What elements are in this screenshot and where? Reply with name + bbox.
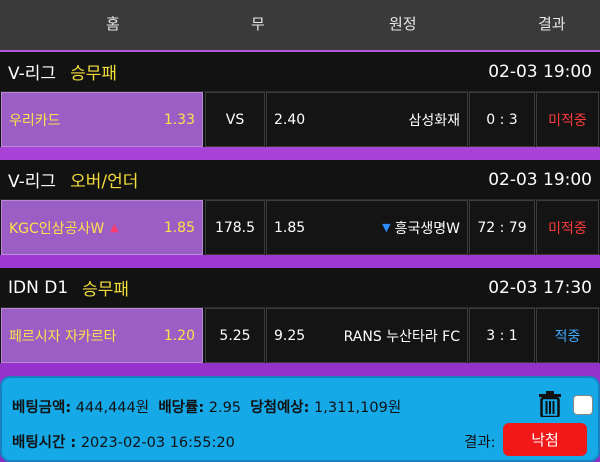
market-type: 승무패: [70, 64, 117, 84]
home-team: KGC인삼공사W: [9, 220, 105, 237]
score-cell: 3 : 1: [469, 308, 535, 363]
bet-time: 2023-02-03 16:55:20: [80, 435, 235, 451]
bet-summary: 베팅금액: 444,444원 배당률: 2.95 당첨예상: 1,311,109…: [0, 376, 600, 462]
home-team: 우리카드: [9, 112, 61, 129]
away-odds: 2.40: [274, 111, 306, 128]
match-row: 우리카드 1.33 VS 2.40 삼성화재 0 : 3 미적중: [0, 92, 600, 147]
result-cell: 적중: [536, 308, 599, 363]
result-cell: 미적중: [536, 200, 599, 255]
away-odds-cell[interactable]: 1.85 ▼ 흥국생명W: [266, 200, 468, 255]
market-type: 승무패: [82, 280, 130, 300]
bet-rate: 2.95: [208, 400, 242, 416]
column-header: 홈 무 원정 결과: [0, 0, 600, 50]
away-odds-cell[interactable]: 2.40 삼성화재: [266, 92, 468, 147]
match-title-bar: V-리그 승무패 02-03 19:00: [0, 52, 600, 92]
over-arrow-icon: ▲: [110, 221, 119, 234]
rate-label: 배당률:: [158, 400, 205, 416]
match-time: 02-03 19:00: [488, 61, 592, 82]
score-cell: 0 : 3: [469, 92, 535, 147]
header-home: 홈: [106, 15, 120, 33]
home-odds-cell[interactable]: 페르시자 자카르타 1.20: [1, 308, 203, 363]
bet-amount: 444,444원: [75, 400, 150, 416]
header-away: 원정: [389, 15, 417, 33]
home-team: 페르시자 자카르타: [9, 328, 117, 345]
match-title-bar: IDN D1 승무패 02-03 17:30: [0, 268, 600, 308]
bet-time-line: 배팅시간 : 2023-02-03 16:55:20: [12, 431, 235, 452]
match-time: 02-03 17:30: [488, 277, 592, 298]
score-cell: 72 : 79: [469, 200, 535, 255]
bet-info-line: 베팅금액: 444,444원 배당률: 2.95 당첨예상: 1,311,109…: [12, 396, 401, 417]
trash-icon[interactable]: [539, 391, 561, 419]
header-result: 결과: [538, 15, 566, 33]
home-odds-cell[interactable]: 우리카드 1.33: [1, 92, 203, 147]
match-title-bar: V-리그 오버/언더 02-03 19:00: [0, 160, 600, 200]
match-time: 02-03 19:00: [488, 169, 592, 190]
away-team: 삼성화재: [408, 112, 460, 129]
result-label: 결과:: [464, 435, 496, 451]
under-arrow-icon: ▼: [382, 221, 391, 234]
market-type: 오버/언더: [70, 172, 139, 192]
expected-win: 1,311,109원: [314, 400, 402, 416]
league-name: IDN D1: [8, 277, 69, 298]
draw-cell[interactable]: 5.25: [205, 308, 265, 363]
match-card: V-리그 오버/언더 02-03 19:00 KGC인삼공사W ▲ 1.85 1…: [0, 160, 600, 255]
expected-label: 당첨예상:: [250, 400, 310, 416]
amount-label: 베팅금액:: [12, 400, 72, 416]
away-team: RANS 누산타라 FC: [343, 328, 460, 345]
result-button[interactable]: 낙첨: [503, 423, 587, 456]
match-card: IDN D1 승무패 02-03 17:30 페르시자 자카르타 1.20 5.…: [0, 268, 600, 363]
draw-cell[interactable]: VS: [205, 92, 265, 147]
header-draw: 무: [251, 15, 265, 33]
result-cell: 미적중: [536, 92, 599, 147]
match-card: V-리그 승무패 02-03 19:00 우리카드 1.33 VS 2.40 삼…: [0, 52, 600, 147]
away-odds: 1.85: [274, 219, 306, 236]
away-team: 흥국생명W: [394, 220, 460, 237]
home-odds: 1.20: [163, 327, 195, 344]
home-odds: 1.33: [163, 111, 195, 128]
match-row: 페르시자 자카르타 1.20 5.25 9.25 RANS 누산타라 FC 3 …: [0, 308, 600, 363]
line-cell[interactable]: 178.5: [205, 200, 265, 255]
away-odds: 9.25: [274, 327, 306, 344]
league-name: V-리그: [8, 172, 57, 192]
select-checkbox[interactable]: [573, 395, 593, 415]
match-row: KGC인삼공사W ▲ 1.85 178.5 1.85 ▼ 흥국생명W 72 : …: [0, 200, 600, 255]
away-odds-cell[interactable]: 9.25 RANS 누산타라 FC: [266, 308, 468, 363]
time-label: 배팅시간 :: [12, 435, 77, 451]
home-odds-cell[interactable]: KGC인삼공사W ▲ 1.85: [1, 200, 203, 255]
home-odds: 1.85: [163, 219, 195, 236]
league-name: V-리그: [8, 64, 57, 84]
